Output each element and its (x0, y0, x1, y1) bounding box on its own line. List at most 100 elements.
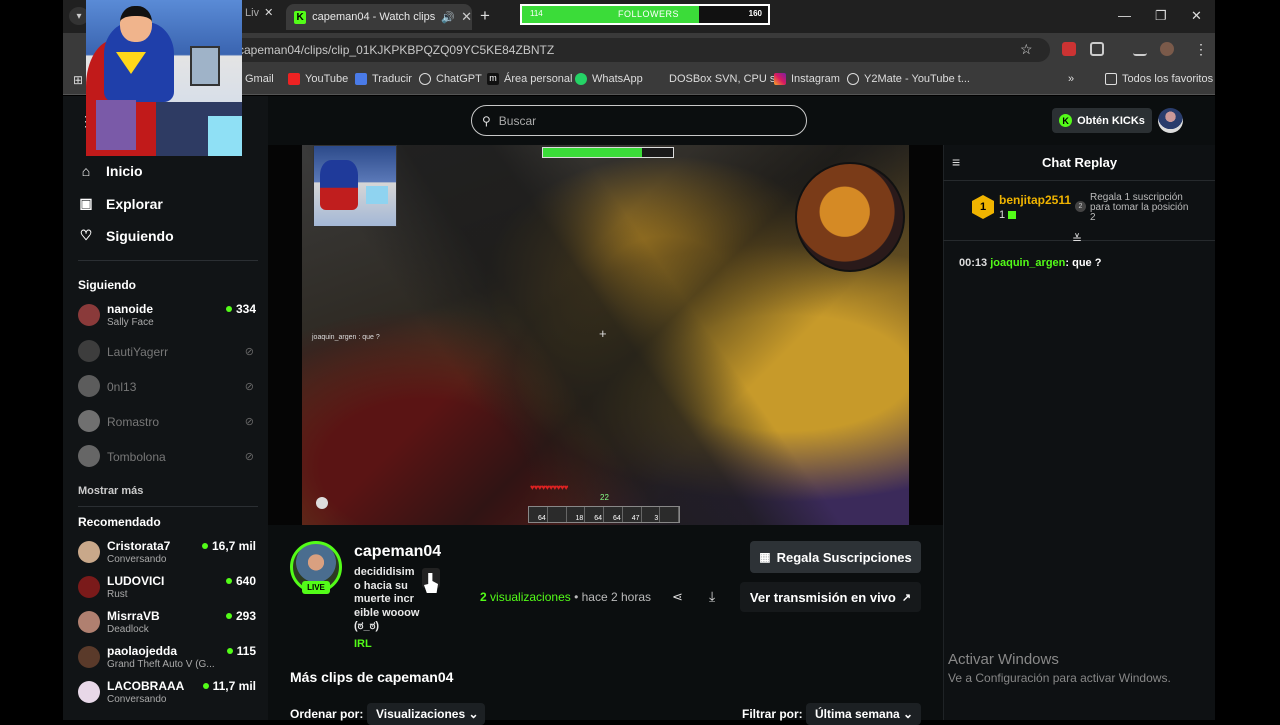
download-icon[interactable]: ⤓ (709, 588, 715, 605)
expand-leaderboard-icon[interactable]: ≚ (1072, 232, 1082, 246)
sidebar-channel-ludovici[interactable]: LUDOVICI Rust 640 (78, 573, 256, 603)
sidebar-channel-paolaojedda[interactable]: paolaojedda Grand Theft Auto V (G... 115 (78, 643, 256, 673)
watch-live-button[interactable]: Ver transmisión en vivo ↗ (740, 582, 921, 612)
minimize-icon[interactable]: — (1118, 8, 1131, 23)
channel-name: Cristorata7 (107, 539, 171, 553)
sidebar-channel-nanoide[interactable]: nanoide Sally Face 334 (78, 301, 256, 331)
tab-previous-title: Liv (245, 7, 260, 19)
explore-icon: ▣ (79, 195, 93, 211)
bookmark-gmail[interactable]: Gmail (245, 73, 274, 85)
order-select[interactable]: Visualizaciones ⌄ (367, 703, 485, 725)
avatar (78, 681, 100, 703)
extensions-puzzle-icon[interactable] (1090, 42, 1104, 56)
viewer-number: 334 (235, 302, 256, 316)
bookmark-youtube[interactable]: YouTube (288, 73, 348, 85)
viewer-number: 115 (236, 644, 256, 658)
sidebar-channel-lacobraaa[interactable]: LACOBRAAA Conversando 11,7 mil (78, 678, 256, 708)
watch-live-label: Ver transmisión en vivo (749, 589, 896, 605)
nav-following[interactable]: ♡ Siguiendo (78, 227, 174, 244)
channel-name: Tombolona (107, 450, 166, 464)
bookmark-chatgpt[interactable]: ChatGPT (419, 73, 482, 85)
nav-home[interactable]: ⌂ Inicio (78, 163, 143, 179)
video-followers-fill (543, 148, 642, 157)
sidebar-channel-misrravb[interactable]: MisrraVB Deadlock 293 (78, 608, 256, 638)
bookmark-star-icon[interactable]: ☆ (1020, 41, 1033, 58)
live-dot-icon (202, 683, 209, 689)
bookmark-dosbox[interactable]: DOSBox SVN, CPU s... (669, 73, 785, 85)
live-dot-icon (201, 543, 208, 549)
sidebar-channel-romastro[interactable]: Romastro ⊘ (78, 407, 256, 437)
chat-title: Chat Replay (1042, 155, 1118, 170)
bookmark-translate[interactable]: Traducir (355, 73, 412, 85)
new-tab-button[interactable]: + (480, 6, 490, 26)
top-gifter-name[interactable]: benjitap2511 (999, 193, 1071, 207)
bookmark-y2mate[interactable]: Y2Mate - YouTube t... (847, 73, 970, 85)
followers-goal-overlay: 114 FOLLOWERS 160 (520, 4, 770, 25)
followers-label: FOLLOWERS (618, 9, 680, 19)
extension-icon[interactable] (1062, 42, 1076, 56)
sidebar-channel-lautiyagerr[interactable]: LautiYagerr ⊘ (78, 337, 256, 367)
game-chat-line: joaquin_argen : que ? (312, 334, 380, 341)
collapse-chat-icon[interactable]: ≡ (952, 154, 960, 170)
channel-category: Conversando (107, 694, 167, 705)
folder-icon (1105, 73, 1117, 85)
gift-subscriptions-button[interactable]: ▦ Regala Suscripciones (750, 541, 921, 573)
share-icon[interactable]: ⋖ (672, 589, 683, 605)
live-badge: LIVE (302, 581, 330, 594)
sidebar-channel-tombolona[interactable]: Tombolona ⊘ (78, 442, 256, 472)
subscription-icon (1008, 211, 1017, 219)
message-user[interactable]: joaquin_argen (990, 257, 1065, 269)
channel-category: Grand Theft Auto V (G... (107, 659, 215, 670)
views-count: 2 (480, 590, 487, 604)
restore-icon[interactable]: ❐ (1155, 8, 1167, 24)
user-avatar[interactable] (1158, 108, 1183, 133)
tab-previous[interactable]: Liv ✕ (245, 6, 281, 28)
hotbar-slot (660, 507, 679, 522)
channel-name: Romastro (107, 415, 160, 429)
offline-icon: ⊘ (244, 416, 254, 428)
close-window-icon[interactable]: ✕ (1191, 8, 1202, 24)
bookmarks-overflow-button[interactable]: » (1068, 73, 1074, 85)
gift-label: Regala Suscripciones (776, 549, 912, 565)
bookmark-whatsapp[interactable]: WhatsApp (575, 73, 643, 85)
bookmark-area-personal[interactable]: m Área personal (487, 73, 573, 85)
clip-category[interactable]: IRL (354, 638, 372, 650)
sidebar-channel-0nl13[interactable]: 0nl13 ⊘ (78, 372, 256, 402)
nav-explore[interactable]: ▣ Explorar (78, 195, 162, 212)
tab-close-icon[interactable]: ✕ (461, 9, 472, 25)
channel-category: Rust (107, 589, 128, 600)
avatar (78, 410, 100, 432)
speaker-icon[interactable]: 🔊 (441, 11, 455, 24)
y2mate-icon (847, 73, 859, 85)
all-bookmarks-button[interactable]: Todos los favoritos (1105, 73, 1213, 85)
media-control-icon[interactable] (1133, 42, 1147, 56)
bookmark-instagram[interactable]: Instagram (774, 73, 840, 85)
tab-close-icon[interactable]: ✕ (264, 7, 273, 19)
search-input[interactable]: ⚲ Buscar (471, 105, 807, 136)
bookmark-label: YouTube (305, 73, 349, 85)
game-minimap (795, 162, 905, 272)
kick-coin-icon: K (1059, 114, 1073, 127)
profile-avatar[interactable] (1160, 42, 1174, 56)
hotbar-slot: 64 (529, 507, 548, 522)
sidebar-channel-cristorata7[interactable]: Cristorata7 Conversando 16,7 mil (78, 538, 256, 568)
kick-favicon-icon: K (294, 10, 307, 24)
gift-promo-text[interactable]: Regala 1 suscripción para tomar la posic… (1090, 193, 1190, 223)
apps-grid-icon[interactable]: ⊞ (73, 73, 83, 87)
get-kicks-button[interactable]: K Obtén KICKs (1052, 108, 1152, 133)
streamer-webcam-overlay (86, 0, 242, 156)
instagram-icon (774, 73, 786, 85)
channel-category: Deadlock (107, 624, 149, 635)
hotbar-slot (548, 507, 567, 522)
superhero-head (120, 6, 152, 42)
tab-active[interactable]: K capeman04 - Watch clips o 🔊 ✕ (286, 4, 472, 30)
show-more-link[interactable]: Mostrar más (78, 485, 143, 497)
address-bar[interactable]: capeman04/clips/clip_01KJKPKBPQZQ09YC5KE… (170, 38, 1050, 62)
message-time: 00:13 (959, 257, 988, 269)
avatar (78, 445, 100, 467)
monitor-figure (190, 46, 220, 86)
video-webcam-inset (313, 145, 397, 227)
menu-dots-icon[interactable]: ⋮ (1194, 41, 1208, 58)
filter-select[interactable]: Última semana ⌄ (806, 703, 921, 725)
streamer-name[interactable]: capeman04 (354, 543, 441, 561)
